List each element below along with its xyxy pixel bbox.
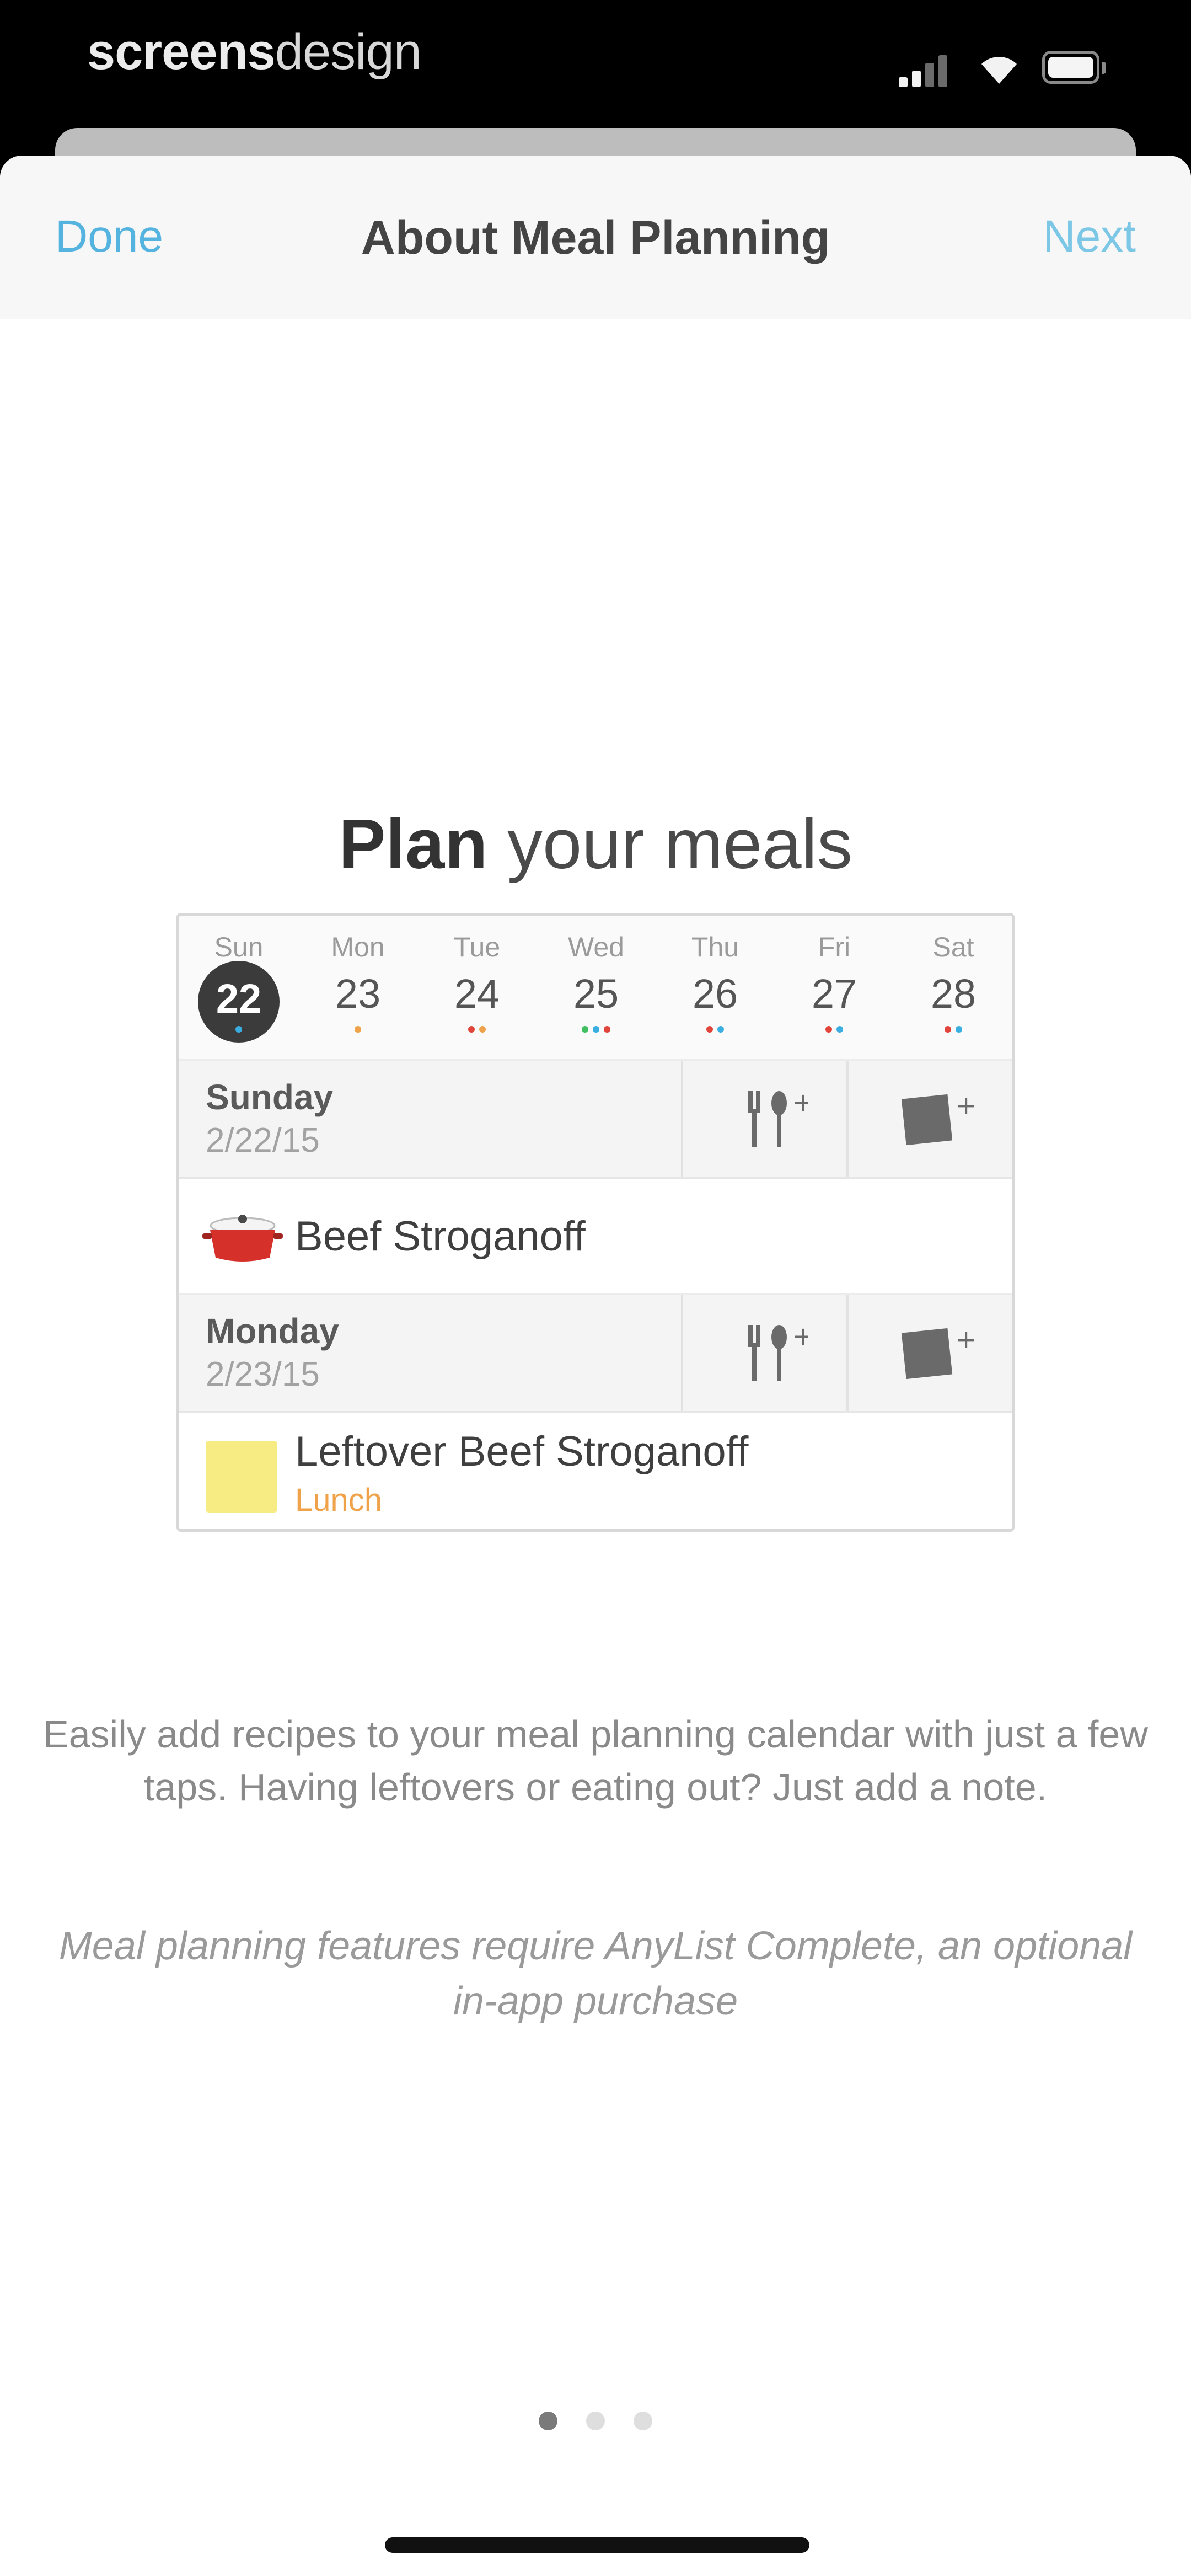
calendar-day-number: 23 [335, 971, 381, 1017]
calendar-day[interactable]: Sat 28 [894, 916, 1012, 1059]
meal-indicator-dot [825, 1026, 832, 1033]
day-header-name: Sunday [206, 1077, 334, 1117]
meal-indicator-dot [479, 1026, 486, 1033]
header-divider [681, 1061, 683, 1177]
home-indicator [385, 2537, 809, 2553]
meal-title: Leftover Beef Stroganoff [295, 1428, 749, 1475]
calendar-day-dots [298, 1026, 417, 1034]
calendar-day[interactable]: Mon 23 [298, 916, 417, 1059]
meal-subtitle: Lunch [295, 1482, 383, 1518]
meal-indicator-dot [468, 1026, 475, 1033]
nav-title: About Meal Planning [361, 211, 830, 264]
add-recipe-icon[interactable]: + [736, 1317, 808, 1389]
page-indicator [0, 2412, 1191, 2430]
calendar-day-number: 27 [811, 971, 857, 1017]
calendar-day[interactable]: Tue 24 [417, 916, 537, 1059]
day-header-date: 2/22/15 [206, 1121, 320, 1159]
week-strip: Sun 22 Mon 23 Tue 24 Wed 25 Thu 26 Fri 27 Sat 28 [179, 916, 1012, 1061]
page-headline: Plan your meals [0, 804, 1191, 885]
note-icon [206, 1441, 277, 1513]
page-dot[interactable] [586, 2412, 605, 2430]
calendar-day-name: Fri [818, 932, 851, 963]
calendar-day-name: Sun [214, 932, 264, 963]
meal-indicator-dot [235, 1026, 242, 1033]
modal-sheet: Done About Meal Planning Next Plan your … [0, 156, 1191, 2576]
calendar-day-number: 26 [692, 971, 738, 1017]
carrier-label: screensdesign [87, 23, 422, 81]
calendar-day-name: Wed [568, 932, 624, 963]
calendar-day-number: 24 [454, 971, 500, 1017]
carrier-bold: screens [87, 24, 276, 80]
carrier-light: design [275, 24, 422, 80]
meal-indicator-dot [956, 1026, 962, 1033]
header-divider [681, 1295, 683, 1411]
calendar-day-name: Thu [691, 932, 739, 963]
feature-description: Easily add recipes to your meal planning… [43, 1713, 1148, 1809]
meal-title: Beef Stroganoff [295, 1213, 586, 1260]
calendar-day-number: 25 [573, 971, 619, 1017]
day-header-date: 2/23/15 [206, 1355, 320, 1393]
calendar-day-name: Sat [932, 932, 974, 963]
meal-indicator-dot [604, 1026, 610, 1033]
calendar-day[interactable]: Wed 25 [537, 916, 656, 1059]
meal-indicator-dot [582, 1026, 588, 1033]
svg-text:+: + [956, 1324, 977, 1354]
calendar-day[interactable]: Thu 26 [656, 916, 775, 1059]
add-recipe-icon[interactable]: + [736, 1083, 808, 1155]
calendar-day-dots [537, 1026, 656, 1034]
calendar-day[interactable]: Fri 27 [775, 916, 894, 1059]
day-header-sunday: Sunday 2/22/15 + + [179, 1061, 1012, 1179]
meal-indicator-dot [945, 1026, 951, 1033]
headline-rest: your meals [487, 805, 852, 884]
calendar-day-dots [894, 1026, 1012, 1034]
meal-indicator-dot [836, 1026, 843, 1033]
calendar-day-name: Mon [331, 932, 385, 963]
add-note-icon[interactable]: + [896, 1323, 979, 1389]
headline-bold: Plan [339, 805, 488, 884]
calendar-day-dots [656, 1026, 775, 1034]
pot-icon [202, 1215, 283, 1262]
screen: screensdesign Done About Meal Planning N… [0, 0, 1191, 2576]
svg-text:+: + [792, 1321, 808, 1351]
battery-icon [1042, 51, 1108, 86]
meal-indicator-dot [706, 1026, 713, 1033]
calendar-day-dots [775, 1026, 894, 1034]
svg-text:+: + [956, 1091, 977, 1120]
calendar-day-dots [417, 1026, 537, 1034]
next-button[interactable]: Next [1043, 211, 1136, 263]
svg-text:+: + [792, 1087, 808, 1117]
meal-entry-row[interactable]: Leftover Beef Stroganoff Lunch [179, 1413, 1012, 1529]
purchase-note: Meal planning features require AnyList C… [58, 1924, 1133, 2023]
calendar-day[interactable]: Sun 22 [179, 916, 298, 1059]
meal-plan-preview-card: Sun 22 Mon 23 Tue 24 Wed 25 Thu 26 Fri 27 Sat 28 Sund… [176, 913, 1015, 1532]
calendar-day-number: 28 [930, 971, 977, 1017]
wifi-icon [977, 51, 1021, 86]
add-note-icon[interactable]: + [896, 1089, 979, 1155]
navigation-bar: Done About Meal Planning Next [0, 156, 1191, 319]
header-divider [846, 1295, 849, 1411]
meal-entry-row[interactable]: Beef Stroganoff [179, 1179, 1012, 1295]
day-header-monday: Monday 2/23/15 + + [179, 1295, 1012, 1413]
page-dot[interactable] [634, 2412, 652, 2430]
day-header-name: Monday [206, 1311, 339, 1351]
meal-indicator-dot [717, 1026, 724, 1033]
calendar-day-name: Tue [453, 932, 501, 963]
meal-indicator-dot [593, 1026, 599, 1033]
meal-indicator-dot [355, 1026, 361, 1033]
calendar-day-dots [179, 1026, 298, 1034]
page-dot[interactable] [539, 2412, 557, 2430]
status-bar: screensdesign [0, 0, 1191, 138]
signal-icon [899, 54, 949, 87]
header-divider [846, 1061, 849, 1177]
